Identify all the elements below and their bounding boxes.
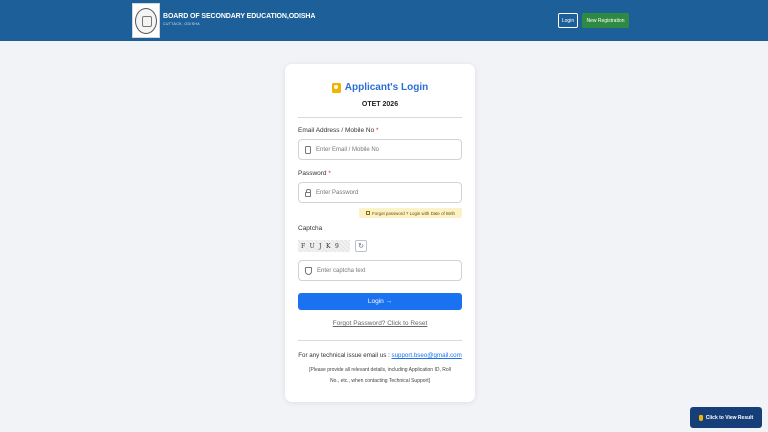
exam-name: OTET 2026 — [361, 101, 399, 108]
calendar-icon — [366, 211, 370, 215]
email-field[interactable]: Enter Email / Mobile No — [298, 139, 462, 160]
bse-odisha-logo[interactable] — [132, 3, 160, 38]
shield-icon — [305, 266, 312, 275]
forgot-password-link[interactable]: Forgot Password? Click to Reset — [285, 320, 475, 327]
new-registration-button[interactable]: New Registration — [582, 13, 629, 28]
divider — [298, 340, 462, 341]
password-label: Password * — [298, 170, 331, 177]
password-placeholder: Enter Password — [316, 189, 359, 196]
login-with-dob-label: Forgot password ? Login with Date of Bir… — [372, 210, 455, 216]
support-email-link[interactable]: support.bseo@gmail.com — [391, 352, 461, 359]
password-field[interactable]: Enter Password — [298, 182, 462, 203]
login-card: Applicant's Login OTET 2026 Email Addres… — [285, 64, 475, 402]
card-title: Applicant's Login — [285, 82, 475, 93]
org-name: BOARD OF SECONDARY EDUCATION,ODISHA — [163, 13, 316, 20]
seal-icon — [135, 7, 157, 34]
id-badge-icon — [331, 82, 341, 93]
login-with-dob-button[interactable]: Forgot password ? Login with Date of Bir… — [359, 208, 462, 218]
captcha-placeholder: Enter captcha text — [317, 267, 366, 274]
captcha-image: FUJK9 — [298, 240, 350, 252]
trophy-icon — [698, 414, 703, 421]
divider — [298, 117, 462, 118]
view-result-button[interactable]: Click to View Result — [690, 407, 762, 428]
email-label: Email Address / Mobile No * — [298, 127, 379, 134]
support-note: [Please provide all relevant details, in… — [309, 367, 451, 384]
email-placeholder: Enter Email / Mobile No — [316, 146, 380, 153]
captcha-field[interactable]: Enter captcha text — [298, 260, 462, 281]
view-result-label: Click to View Result — [705, 414, 754, 421]
refresh-captcha-icon[interactable]: ↻ — [355, 240, 367, 252]
org-location: CUTTACK, ODISHA — [163, 22, 200, 26]
captcha-label: Captcha — [298, 225, 323, 232]
top-navbar: BOARD OF SECONDARY EDUCATION,ODISHA CUTT… — [0, 0, 768, 41]
lock-icon — [305, 188, 311, 197]
nav-login-button[interactable]: Login — [558, 13, 578, 28]
mobile-icon — [305, 145, 311, 154]
support-text: For any technical issue email us : — [298, 352, 390, 359]
card-title-text: Applicant's Login — [344, 82, 429, 93]
support-line: For any technical issue email us : suppo… — [285, 352, 475, 359]
login-button[interactable]: Login → — [298, 293, 462, 310]
